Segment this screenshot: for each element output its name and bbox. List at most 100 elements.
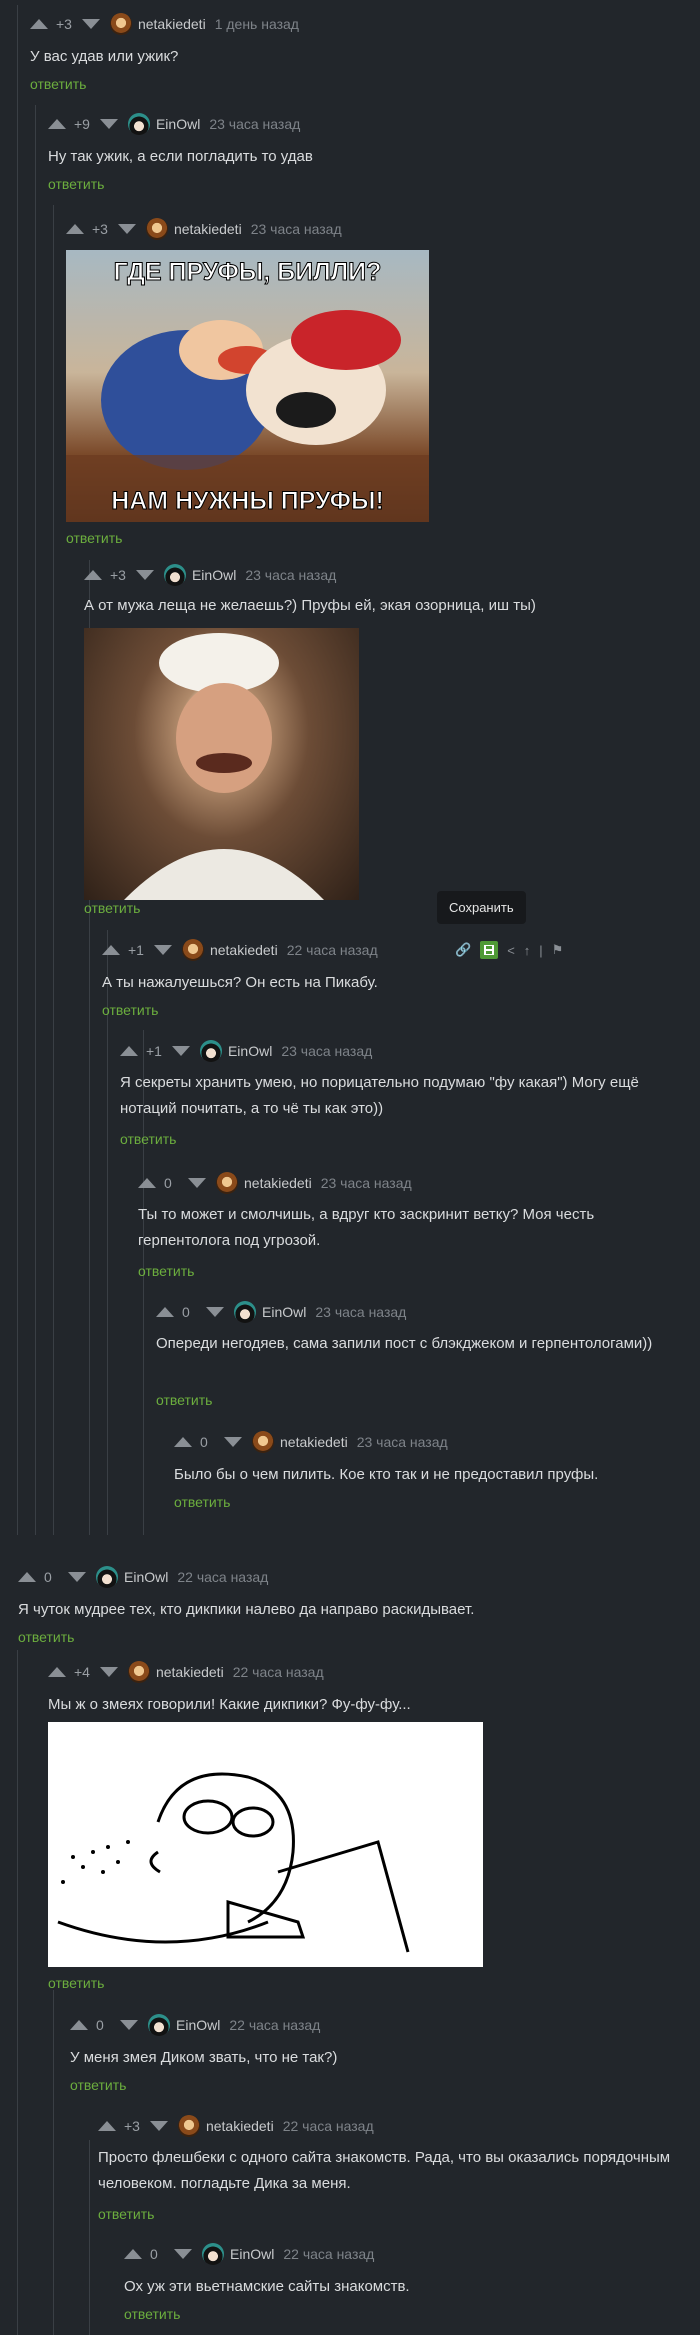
reply-link[interactable]: ответить <box>18 1629 74 1645</box>
flag-icon[interactable]: ⚑ <box>552 942 564 958</box>
chef-photo <box>124 633 324 900</box>
avatar[interactable] <box>145 218 168 240</box>
comment-time[interactable]: 23 часа назад <box>281 1043 372 1059</box>
arrow-down-icon[interactable] <box>149 2121 168 2131</box>
arrow-down-icon[interactable] <box>206 1307 224 1317</box>
arrow-down-icon[interactable] <box>99 1667 118 1677</box>
avatar[interactable] <box>127 113 150 135</box>
avatar[interactable] <box>148 2014 170 2036</box>
reply-link[interactable]: ответить <box>124 2306 180 2322</box>
link-icon[interactable]: 🔗 <box>455 942 471 958</box>
arrow-up-icon[interactable] <box>48 119 66 129</box>
comment-author[interactable]: netakiedeti <box>156 1664 224 1680</box>
avatar[interactable] <box>127 1661 150 1683</box>
thread-line[interactable] <box>53 205 54 1535</box>
arrow-up-icon[interactable] <box>98 2121 116 2131</box>
reply-link[interactable]: ответить <box>156 1392 212 1408</box>
arrow-down-icon[interactable] <box>81 19 100 29</box>
thread-line[interactable] <box>53 1990 54 2335</box>
reply-link[interactable]: ответить <box>48 176 104 192</box>
reply-link[interactable]: ответить <box>48 1975 104 1991</box>
comment-time[interactable]: 23 часа назад <box>315 1304 406 1320</box>
comment-author[interactable]: EinOwl <box>176 2017 220 2033</box>
reply-link[interactable]: ответить <box>174 1494 230 1510</box>
avatar[interactable] <box>177 2115 200 2137</box>
pin-icon[interactable]: ↑ <box>524 943 531 958</box>
arrow-up-icon[interactable] <box>156 1307 174 1317</box>
avatar[interactable] <box>199 1040 222 1062</box>
avatar[interactable] <box>181 939 204 961</box>
comment-time[interactable]: 23 часа назад <box>245 567 336 583</box>
comment-author[interactable]: EinOwl <box>192 567 236 583</box>
comment-time[interactable]: 1 день назад <box>215 16 299 32</box>
comment-time[interactable]: 22 часа назад <box>229 2017 320 2033</box>
thread-line[interactable] <box>17 1650 18 2335</box>
comment-time[interactable]: 23 часа назад <box>357 1434 448 1450</box>
arrow-down-icon[interactable] <box>117 224 136 234</box>
arrow-up-icon[interactable] <box>70 2020 88 2030</box>
comment-author[interactable]: netakiedeti <box>244 1175 312 1191</box>
comment-time[interactable]: 23 часа назад <box>209 116 300 132</box>
comment-author[interactable]: netakiedeti <box>210 942 278 958</box>
arrow-down-icon[interactable] <box>135 570 154 580</box>
arrow-down-icon[interactable] <box>99 119 118 129</box>
arrow-up-icon[interactable] <box>174 1437 192 1447</box>
arrow-up-icon[interactable] <box>30 19 48 29</box>
arrow-down-icon[interactable] <box>120 2020 138 2030</box>
avatar[interactable] <box>252 1431 274 1453</box>
avatar[interactable] <box>234 1301 256 1323</box>
comment-author[interactable]: EinOwl <box>262 1304 306 1320</box>
avatar[interactable] <box>163 564 186 586</box>
share-icon[interactable]: < <box>507 943 515 958</box>
reply-link[interactable]: ответить <box>66 530 122 546</box>
comment-author[interactable]: netakiedeti <box>206 2118 274 2134</box>
comment-author[interactable]: EinOwl <box>230 2246 274 2262</box>
arrow-down-icon[interactable] <box>153 945 172 955</box>
arrow-up-icon[interactable] <box>66 224 84 234</box>
arrow-up-icon[interactable] <box>84 570 102 580</box>
reply-link[interactable]: ответить <box>120 1131 176 1147</box>
arrow-up-icon[interactable] <box>124 2249 142 2259</box>
comment-time[interactable]: 23 часа назад <box>321 1175 412 1191</box>
avatar[interactable] <box>202 2243 224 2265</box>
avatar[interactable] <box>96 1566 118 1588</box>
comment-author[interactable]: netakiedeti <box>138 16 206 32</box>
arrow-down-icon[interactable] <box>174 2249 192 2259</box>
reply-link[interactable]: ответить <box>138 1263 194 1279</box>
reply-link[interactable]: ответить <box>84 900 140 916</box>
arrow-up-icon[interactable] <box>120 1046 138 1056</box>
reply-link[interactable]: ответить <box>30 76 86 92</box>
rage-comic-image[interactable] <box>48 1722 483 1967</box>
comment-time[interactable]: 22 часа назад <box>177 1569 268 1585</box>
arrow-up-icon[interactable] <box>18 1572 36 1582</box>
arrow-down-icon[interactable] <box>188 1178 206 1188</box>
comment-author[interactable]: EinOwl <box>228 1043 272 1059</box>
comment-time[interactable]: 22 часа назад <box>233 1664 324 1680</box>
arrow-up-icon[interactable] <box>102 945 120 955</box>
comment-author[interactable]: netakiedeti <box>174 221 242 237</box>
thread-line[interactable] <box>17 5 18 1535</box>
comment-author[interactable]: EinOwl <box>124 1569 168 1585</box>
save-icon[interactable] <box>480 941 499 959</box>
arrow-up-icon[interactable] <box>48 1667 66 1677</box>
arrow-down-icon[interactable] <box>68 1572 86 1582</box>
comment-time[interactable]: 22 часа назад <box>287 942 378 958</box>
arrow-down-icon[interactable] <box>224 1437 242 1447</box>
thread-icon[interactable]: | <box>539 943 542 958</box>
thread-line[interactable] <box>35 105 36 1535</box>
meme-image[interactable]: ГДЕ ПРУФЫ, БИЛЛИ? НАМ НУЖНЫ ПРУФЫ! <box>66 250 429 522</box>
thread-line[interactable] <box>89 2140 90 2335</box>
avatar[interactable] <box>109 13 132 35</box>
comment-author[interactable]: EinOwl <box>156 116 200 132</box>
comment-time[interactable]: 22 часа назад <box>283 2118 374 2134</box>
comment-author[interactable]: netakiedeti <box>280 1434 348 1450</box>
reply-link[interactable]: ответить <box>102 1002 158 1018</box>
photo-image[interactable] <box>84 628 359 900</box>
avatar[interactable] <box>216 1172 238 1194</box>
arrow-up-icon[interactable] <box>138 1178 156 1188</box>
comment-time[interactable]: 22 часа назад <box>283 2246 374 2262</box>
arrow-down-icon[interactable] <box>171 1046 190 1056</box>
reply-link[interactable]: ответить <box>98 2206 154 2222</box>
comment-time[interactable]: 23 часа назад <box>251 221 342 237</box>
reply-link[interactable]: ответить <box>70 2077 126 2093</box>
